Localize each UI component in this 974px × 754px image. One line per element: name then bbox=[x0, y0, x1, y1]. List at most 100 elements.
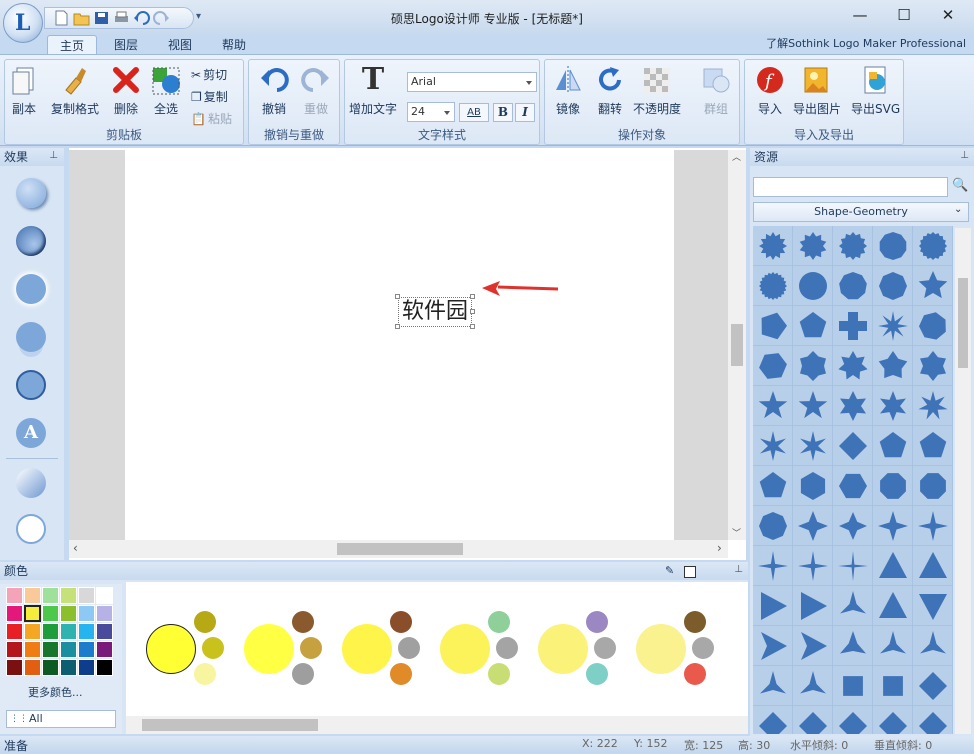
color-scheme-main[interactable] bbox=[538, 624, 588, 674]
shape-item[interactable] bbox=[833, 706, 873, 734]
vertical-scroll-thumb[interactable] bbox=[731, 324, 743, 366]
char-spacing-button[interactable]: AB bbox=[459, 103, 489, 122]
shape-item[interactable] bbox=[793, 546, 833, 586]
italic-button[interactable]: I bbox=[515, 103, 535, 122]
shape-item[interactable] bbox=[913, 346, 953, 386]
export-image-button[interactable]: 导出图片 bbox=[793, 64, 841, 117]
paste-button[interactable]: 📋 粘贴 bbox=[191, 110, 232, 127]
resource-search-input[interactable] bbox=[753, 177, 948, 197]
shape-item[interactable] bbox=[753, 226, 793, 266]
color-swatch[interactable] bbox=[78, 641, 95, 658]
effect-none[interactable] bbox=[16, 514, 46, 544]
shape-item[interactable] bbox=[753, 506, 793, 546]
color-scheme-main[interactable] bbox=[440, 624, 490, 674]
shape-item[interactable] bbox=[913, 426, 953, 466]
group-button[interactable]: 群组 bbox=[701, 64, 731, 117]
bold-button[interactable]: B bbox=[493, 103, 513, 122]
pin-icon[interactable]: ⊥ bbox=[734, 564, 743, 575]
color-swatch[interactable] bbox=[60, 623, 77, 640]
shape-item[interactable] bbox=[913, 386, 953, 426]
shape-item[interactable] bbox=[833, 346, 873, 386]
resize-handle[interactable] bbox=[395, 294, 400, 299]
close-button[interactable]: ✕ bbox=[928, 6, 968, 28]
shape-item[interactable] bbox=[873, 706, 913, 734]
shape-item[interactable] bbox=[753, 426, 793, 466]
add-text-button[interactable]: T 增加文字 bbox=[349, 64, 397, 117]
tab-home[interactable]: 主页 bbox=[47, 35, 97, 55]
color-swatch[interactable] bbox=[6, 623, 23, 640]
shape-item[interactable] bbox=[793, 426, 833, 466]
shape-item[interactable] bbox=[873, 666, 913, 706]
color-swatch[interactable] bbox=[60, 641, 77, 658]
effect-glow[interactable] bbox=[16, 274, 46, 304]
shape-item[interactable] bbox=[793, 226, 833, 266]
shape-item[interactable] bbox=[793, 586, 833, 626]
color-swatch[interactable] bbox=[78, 659, 95, 676]
export-svg-button[interactable]: 导出SVG bbox=[851, 64, 900, 117]
undo-button[interactable]: 撤销 bbox=[259, 64, 289, 117]
shape-item[interactable] bbox=[753, 546, 793, 586]
redo-button[interactable]: 重做 bbox=[301, 64, 331, 117]
maximize-button[interactable]: ☐ bbox=[884, 6, 924, 28]
tab-view[interactable]: 视图 bbox=[158, 35, 202, 55]
current-color-swatch[interactable] bbox=[684, 566, 696, 578]
shape-item[interactable] bbox=[753, 626, 793, 666]
shape-item[interactable] bbox=[833, 466, 873, 506]
resize-handle[interactable] bbox=[395, 324, 400, 329]
shape-item[interactable] bbox=[873, 426, 913, 466]
color-swatch[interactable] bbox=[6, 587, 23, 604]
shape-item[interactable] bbox=[833, 506, 873, 546]
pin-icon[interactable]: ⊥ bbox=[49, 150, 58, 161]
shape-item[interactable] bbox=[833, 626, 873, 666]
color-swatch[interactable] bbox=[78, 623, 95, 640]
color-scheme-accent[interactable] bbox=[390, 663, 412, 685]
scroll-up-icon[interactable]: ︿ bbox=[732, 150, 741, 163]
color-scheme-main[interactable] bbox=[244, 624, 294, 674]
shape-item[interactable] bbox=[833, 666, 873, 706]
search-icon[interactable]: 🔍 bbox=[952, 178, 968, 193]
color-swatch[interactable] bbox=[60, 587, 77, 604]
shape-item[interactable] bbox=[833, 386, 873, 426]
more-colors-link[interactable]: 更多颜色... bbox=[28, 684, 83, 700]
color-scheme-accent[interactable] bbox=[398, 637, 420, 659]
color-swatch[interactable] bbox=[96, 641, 113, 658]
shape-item[interactable] bbox=[793, 506, 833, 546]
effect-shadow[interactable] bbox=[16, 178, 46, 208]
color-scheme-accent[interactable] bbox=[292, 663, 314, 685]
shape-item[interactable] bbox=[913, 266, 953, 306]
tab-help[interactable]: 帮助 bbox=[212, 35, 256, 55]
color-swatch[interactable] bbox=[42, 587, 59, 604]
shape-item[interactable] bbox=[873, 306, 913, 346]
canvas-horizontal-scrollbar[interactable]: ‹ › bbox=[69, 540, 728, 558]
duplicate-button[interactable]: 副本 bbox=[9, 64, 39, 117]
color-swatch[interactable] bbox=[42, 641, 59, 658]
color-scheme-accent[interactable] bbox=[586, 663, 608, 685]
font-family-select[interactable]: Arial bbox=[407, 72, 537, 92]
shape-item[interactable] bbox=[793, 346, 833, 386]
color-swatch[interactable] bbox=[6, 641, 23, 658]
color-swatch[interactable] bbox=[96, 587, 113, 604]
shape-item[interactable] bbox=[913, 706, 953, 734]
color-swatch[interactable] bbox=[96, 659, 113, 676]
color-swatch[interactable] bbox=[78, 605, 95, 622]
color-swatch[interactable] bbox=[24, 587, 41, 604]
copy-button[interactable]: ❐ 复制 bbox=[191, 88, 228, 105]
scroll-right-icon[interactable]: › bbox=[717, 541, 722, 555]
eyedropper-icon[interactable]: ✎ bbox=[665, 564, 674, 577]
shape-item[interactable] bbox=[753, 266, 793, 306]
shape-item[interactable] bbox=[873, 346, 913, 386]
shape-item[interactable] bbox=[833, 426, 873, 466]
shape-item[interactable] bbox=[793, 626, 833, 666]
shape-item[interactable] bbox=[873, 466, 913, 506]
shape-item[interactable] bbox=[793, 266, 833, 306]
shapes-scrollbar[interactable] bbox=[955, 228, 971, 734]
effect-reflection[interactable] bbox=[16, 322, 46, 352]
shape-item[interactable] bbox=[833, 546, 873, 586]
shape-item[interactable] bbox=[913, 506, 953, 546]
color-scheme-accent[interactable] bbox=[684, 663, 706, 685]
color-scheme-accent[interactable] bbox=[496, 637, 518, 659]
shape-item[interactable] bbox=[793, 386, 833, 426]
canvas-vertical-scrollbar[interactable]: ︿ ﹀ bbox=[728, 150, 746, 540]
color-scheme-main[interactable] bbox=[342, 624, 392, 674]
schemes-scrollbar[interactable] bbox=[126, 716, 748, 734]
